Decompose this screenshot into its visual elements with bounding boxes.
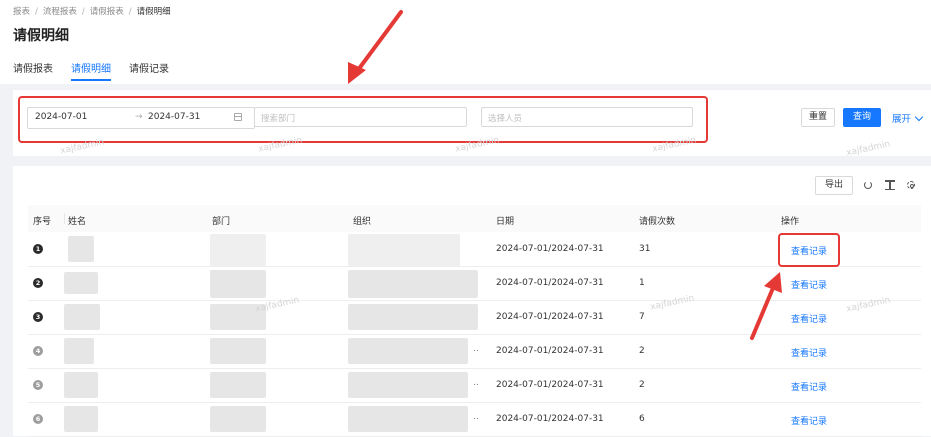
col-header-no: 序号 [33, 217, 52, 227]
table-row: 6 .. 2024-07-01/2024-07-31 6 查看记录 [28, 402, 921, 437]
breadcrumb-item-leave-reports[interactable]: 请假报表 [90, 7, 124, 17]
col-header-department: 部门 [212, 217, 231, 227]
table-row: 5 .. 2024-07-01/2024-07-31 2 查看记录 [28, 368, 921, 403]
chevron-down-icon [914, 112, 924, 122]
breadcrumb-item-process-reports[interactable]: 流程报表 [43, 7, 77, 17]
truncation-ellipsis: .. [473, 344, 479, 354]
refresh-icon[interactable] [864, 181, 872, 189]
redacted-department [210, 338, 266, 364]
query-button[interactable]: 查询 [843, 108, 881, 127]
col-header-organization: 组织 [353, 217, 372, 227]
cell-leave-count: 2 [639, 380, 645, 390]
row-number-badge: 6 [33, 414, 43, 424]
settings-gear-icon[interactable] [907, 181, 915, 189]
redacted-department [210, 406, 266, 432]
view-records-link[interactable]: 查看记录 [791, 278, 827, 291]
cell-leave-count: 31 [639, 244, 651, 254]
truncation-ellipsis: .. [473, 412, 479, 422]
view-records-link[interactable]: 查看记录 [791, 414, 827, 427]
breadcrumb-item-current: 请假明细 [136, 7, 171, 17]
expand-toggle[interactable]: 展开 [892, 111, 924, 125]
redacted-name [64, 304, 100, 330]
redacted-organization [348, 406, 468, 432]
expand-label: 展开 [892, 114, 912, 125]
table-header: 序号 姓名 部门 组织 日期 请假次数 操作 [28, 205, 921, 232]
tab-leave-records[interactable]: 请假记录 [129, 60, 169, 75]
breadcrumb: 报表 / 流程报表 / 请假报表 / 请假明细 [13, 7, 171, 17]
redacted-organization [348, 234, 460, 266]
redacted-name [64, 338, 94, 364]
cell-date: 2024-07-01/2024-07-31 [496, 380, 604, 390]
cell-date: 2024-07-01/2024-07-31 [496, 346, 604, 356]
cell-date: 2024-07-01/2024-07-31 [496, 244, 604, 254]
highlight-box-view-records [778, 233, 840, 267]
row-number-badge: 2 [33, 278, 43, 288]
redacted-organization [348, 338, 468, 364]
redacted-department [210, 372, 266, 398]
redacted-organization [348, 304, 478, 330]
cell-date: 2024-07-01/2024-07-31 [496, 312, 604, 322]
redacted-organization [348, 270, 478, 298]
col-header-leave-count: 请假次数 [639, 217, 676, 227]
view-records-link[interactable]: 查看记录 [791, 380, 827, 393]
col-header-name: 姓名 [68, 217, 87, 227]
cell-date: 2024-07-01/2024-07-31 [496, 414, 604, 424]
row-density-icon[interactable] [885, 180, 895, 190]
cell-leave-count: 2 [639, 346, 645, 356]
cell-leave-count: 1 [639, 278, 645, 288]
breadcrumb-item-reports[interactable]: 报表 [13, 7, 30, 17]
page-header: 报表 / 流程报表 / 请假报表 / 请假明细 请假明细 请假报表 请假明细 请假记录 [0, 0, 931, 84]
col-header-date: 日期 [496, 217, 515, 227]
redacted-organization [348, 372, 468, 398]
cell-leave-count: 6 [639, 414, 645, 424]
cell-leave-count: 7 [639, 312, 645, 322]
export-button[interactable]: 导出 [815, 176, 853, 195]
table-row: 2 2024-07-01/2024-07-31 1 查看记录 [28, 266, 921, 301]
view-records-link[interactable]: 查看记录 [791, 312, 827, 325]
redacted-name [68, 236, 94, 262]
col-header-actions: 操作 [781, 217, 800, 227]
tab-leave-report[interactable]: 请假报表 [13, 60, 53, 75]
page-title: 请假明细 [13, 28, 69, 44]
redacted-name [64, 406, 98, 432]
redacted-name [64, 272, 98, 294]
redacted-name [64, 372, 98, 398]
redacted-department [210, 234, 266, 266]
highlight-box-filters [18, 96, 708, 143]
row-number-badge: 1 [33, 244, 43, 254]
cell-date: 2024-07-01/2024-07-31 [496, 278, 604, 288]
view-records-link[interactable]: 查看记录 [791, 346, 827, 359]
row-number-badge: 4 [33, 346, 43, 356]
table-row: 3 2024-07-01/2024-07-31 7 查看记录 [28, 300, 921, 335]
truncation-ellipsis: .. [473, 378, 479, 388]
reset-button[interactable]: 重置 [801, 108, 835, 127]
table-row: 4 .. 2024-07-01/2024-07-31 2 查看记录 [28, 334, 921, 369]
row-number-badge: 5 [33, 380, 43, 390]
tab-leave-detail[interactable]: 请假明细 [71, 60, 111, 81]
row-number-badge: 3 [33, 312, 43, 322]
redacted-department [210, 270, 266, 298]
